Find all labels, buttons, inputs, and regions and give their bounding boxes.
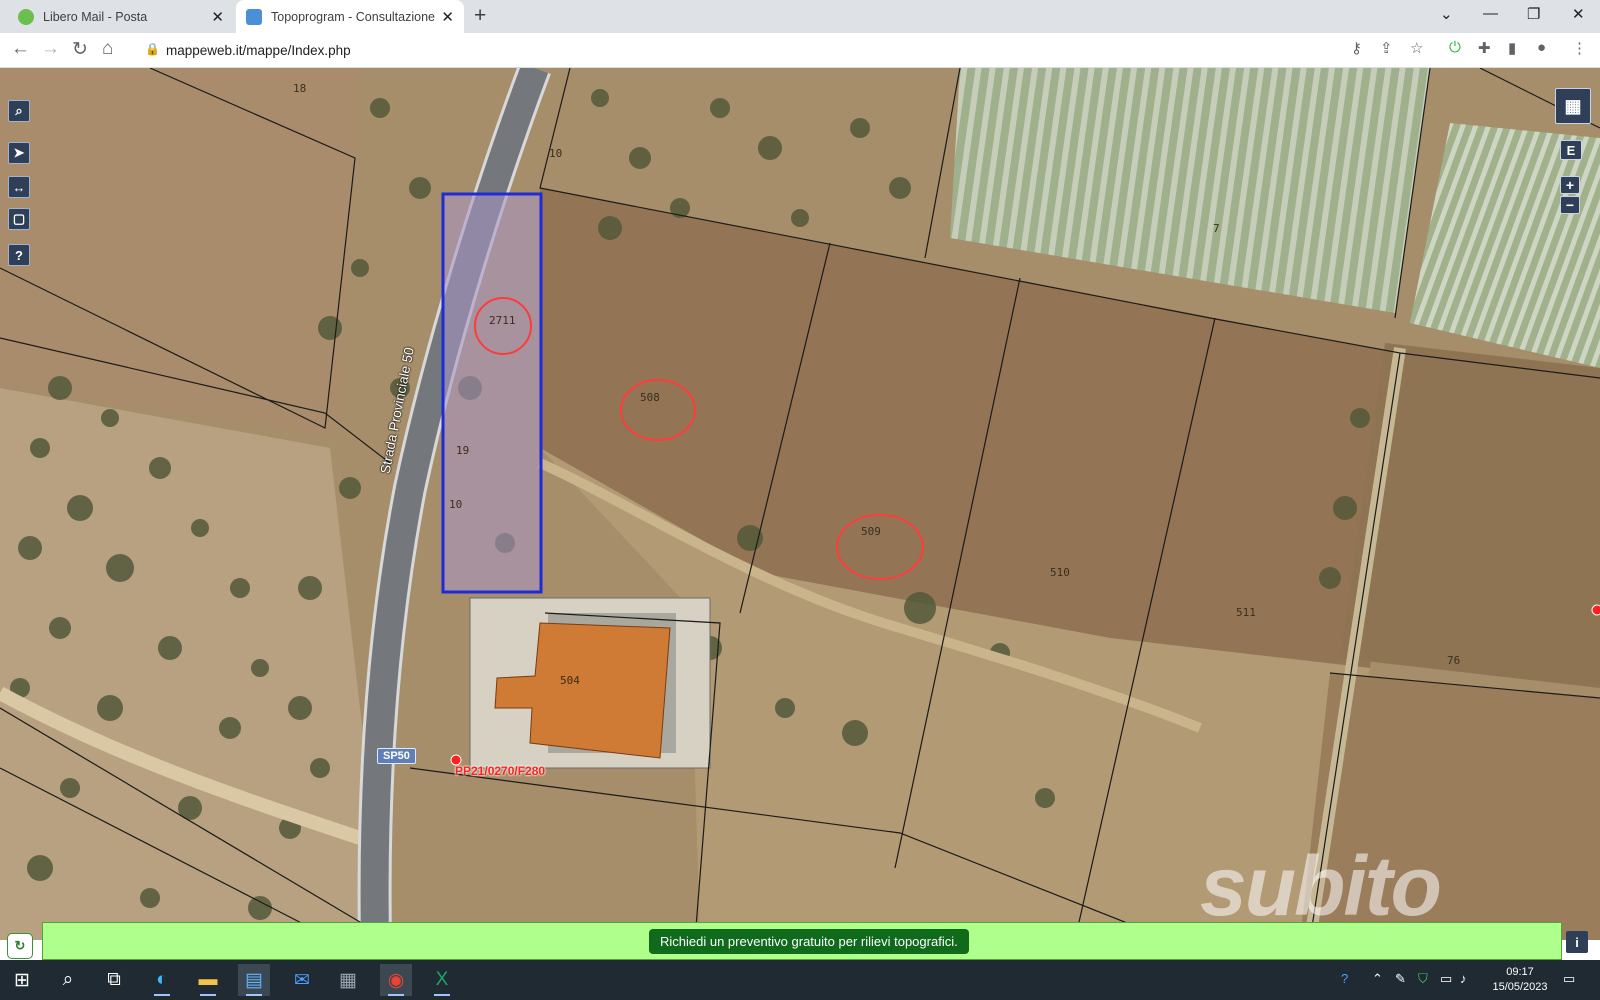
forward-icon[interactable]: → [41,38,60,60]
minimize-button[interactable]: — [1483,5,1498,22]
selected-parcel-highlight [441,192,543,594]
info-button[interactable]: i [1566,931,1588,953]
home-icon[interactable]: ⌂ [102,38,113,60]
key-icon[interactable]: ⚷ [1351,39,1362,57]
clock-time: 09:17 [1506,966,1534,978]
zoom-out-button[interactable]: − [1560,196,1580,214]
tab-search-icon[interactable]: ⌄ [1440,5,1453,23]
new-tab-button[interactable]: + [474,4,486,28]
map-canvas[interactable]: 18 2711 508 509 510 511 76 7 504 10 19 1… [0,68,1600,940]
bookmark-star-icon[interactable]: ☆ [1410,39,1423,57]
chevron-up-icon[interactable]: ⌃ [1372,971,1383,987]
parcel-number: 2711 [489,314,516,327]
measure-icon[interactable]: ↔ [8,176,30,198]
parcel-number: 10 [549,147,563,160]
parcel-number: 7 [1213,222,1220,235]
profile-avatar-icon[interactable]: ● [1537,39,1546,56]
layers-map-icon[interactable]: ▦ [1555,88,1591,124]
tab-topoprogram[interactable]: Topoprogram - Consultazione m ✕ [236,0,464,33]
file-explorer-icon[interactable]: ▬ [192,964,224,996]
field-southwest [0,388,387,940]
extension-power-icon[interactable]: ⏻ [1449,39,1461,56]
windows-start-icon[interactable]: ⊞ [6,964,38,996]
network-icon[interactable]: ▭ [1440,971,1452,987]
volume-icon[interactable]: ♪ [1460,971,1467,986]
excel-icon[interactable]: X [426,964,458,996]
extensions-puzzle-icon[interactable]: ✚ [1478,39,1491,57]
calculator-icon[interactable]: ▦ [332,964,364,996]
address-bar[interactable]: 🔒 mappeweb.it/mappe/Index.php [136,37,1596,64]
security-shield-icon[interactable]: ⛉ [1418,971,1428,987]
task-view-icon[interactable]: ⧉ [98,964,130,996]
edge-icon[interactable]: ◐ [146,964,178,996]
topoprogram-icon [246,8,262,25]
notifications-icon[interactable]: ▭ [1563,971,1575,987]
help-icon[interactable]: ? [8,244,30,266]
share-icon[interactable]: ⇪ [1380,39,1393,57]
parcel-number: 510 [1050,566,1070,579]
back-icon[interactable]: ← [11,38,30,60]
url-text[interactable]: mappeweb.it/mappe/Index.php [166,43,351,58]
windows-taskbar: ⊞ ⌕ ⧉ ◐ ▬ ▤ ✉ ▦ ◉ X [0,960,1600,1000]
watermark-text: subito [1200,839,1442,933]
chrome-icon[interactable]: ◉ [380,964,412,996]
parcel-number: 76 [1447,654,1461,667]
select-area-icon[interactable]: ▢ [8,208,30,230]
pen-tray-icon[interactable]: ✎ [1395,971,1406,987]
help-tray-icon[interactable]: ? [1341,971,1348,986]
search-icon[interactable]: ⌕ [8,100,30,122]
parcel-number: 18 [293,82,307,95]
topoprogram-logo-icon[interactable]: ↻ [7,933,33,959]
tab-strip: Libero Mail - Posta ✕ Topoprogram - Cons… [0,0,1600,33]
parcel-number: 511 [1236,606,1256,619]
clock-date: 15/05/2023 [1492,981,1548,993]
parcel-number: 508 [640,391,660,404]
libero-leaf-icon [18,8,34,25]
search-icon[interactable]: ⌕ [52,964,84,996]
road-badge: SP50 [377,748,416,764]
maximize-button[interactable]: ❐ [1527,5,1540,23]
lock-icon[interactable]: 🔒 [145,42,160,56]
browser-toolbar: ← → ↻ ⌂ 🔒 mappeweb.it/mappe/Index.php ⚷ … [0,33,1600,68]
parcel-number: 10 [449,498,463,511]
satellite-map[interactable] [0,68,1600,940]
mail-icon[interactable]: ✉ [286,964,318,996]
quote-request-button[interactable]: Richiedi un preventivo gratuito per rili… [649,929,969,954]
parcel-number: 509 [861,525,881,538]
close-window-button[interactable]: ✕ [1572,5,1585,23]
taskbar-clock[interactable]: 09:17 15/05/2023 [1484,965,1556,995]
survey-point-marker-edge [1591,604,1600,616]
close-tab-icon[interactable]: ✕ [211,8,224,26]
tab-libero-mail[interactable]: Libero Mail - Posta ✕ [8,0,234,33]
reload-icon[interactable]: ↻ [72,38,88,61]
side-panel-icon[interactable]: ▮ [1508,39,1516,57]
close-tab-icon[interactable]: ✕ [441,8,454,26]
e-button[interactable]: E [1560,140,1582,160]
navigate-icon[interactable]: ➤ [8,142,30,164]
parcel-number: 504 [560,674,580,687]
tab-title: Topoprogram - Consultazione m [271,9,436,24]
tab-title: Libero Mail - Posta [43,9,148,24]
menu-kebab-icon[interactable]: ⋮ [1572,39,1587,57]
survey-point-label: PP21/0270/F280 [455,764,546,778]
parcel-number: 19 [456,444,470,457]
store-icon[interactable]: ▤ [238,964,270,996]
zoom-in-button[interactable]: + [1560,176,1580,194]
